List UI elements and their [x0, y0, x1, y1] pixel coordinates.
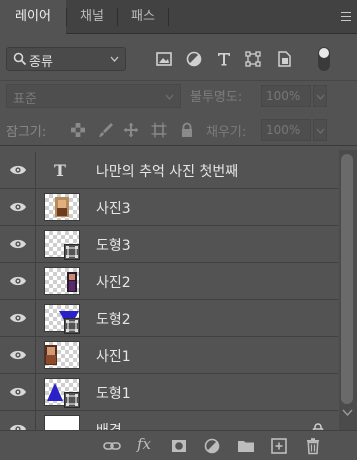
layer-row[interactable]: 배경	[0, 411, 338, 430]
visibility-toggle[interactable]	[0, 189, 36, 225]
lock-artboard-icon[interactable]	[151, 122, 167, 138]
opacity-input[interactable]: 100%	[261, 85, 311, 107]
layer-name: 사진1	[96, 349, 131, 365]
layers-list: T 나만의 추억 사진 첫번째 사진3 도형3 사진2 도형2 사진1 도형1	[0, 150, 338, 430]
lock-row: 잠그기: 채우기: 100%	[0, 114, 357, 146]
layer-name: 배경	[96, 420, 122, 430]
shape-layer-badge-icon	[64, 318, 80, 334]
blend-mode-select[interactable]: 표준	[6, 84, 181, 108]
panel-menu-icon[interactable]	[341, 12, 351, 21]
layer-row[interactable]: 도형2	[0, 300, 338, 337]
filter-adjustment-icon[interactable]	[185, 50, 203, 68]
layer-name: 나만의 추억 사진 첫번째	[96, 164, 239, 180]
filter-smart-object-icon[interactable]	[275, 50, 293, 68]
layer-row[interactable]: 도형1	[0, 374, 338, 411]
add-mask-icon[interactable]	[170, 437, 188, 455]
filter-kind-label: 종류	[29, 55, 53, 70]
filter-type-icon[interactable]	[215, 50, 233, 68]
blend-mode-row: 표준 불투명도: 100%	[0, 82, 357, 112]
chevron-down-icon	[316, 128, 325, 134]
eye-icon	[10, 202, 26, 212]
visibility-toggle[interactable]	[0, 411, 36, 430]
layer-row[interactable]: T 나만의 추억 사진 첫번째	[0, 152, 338, 189]
layer-name: 사진3	[96, 201, 131, 217]
lock-image-pixels-brush-icon[interactable]	[98, 122, 114, 138]
text-layer-icon: T	[54, 161, 66, 180]
filter-shape-icon[interactable]	[244, 50, 262, 68]
layer-name: 도형2	[96, 312, 131, 328]
scroll-down-arrow-icon[interactable]	[342, 409, 353, 416]
panel-tab-bar: 레이어 채널 패스	[0, 0, 357, 35]
layer-filter-row: 종류	[0, 35, 357, 81]
visibility-toggle[interactable]	[0, 374, 36, 410]
chevron-down-icon	[316, 94, 325, 100]
layer-thumbnail	[44, 267, 80, 295]
chevron-down-icon	[165, 94, 174, 100]
lock-all-icon[interactable]	[179, 122, 195, 138]
fill-label: 채우기:	[206, 125, 247, 140]
layer-row[interactable]: 사진2	[0, 263, 338, 300]
filter-toggle-switch[interactable]	[318, 47, 330, 71]
link-layers-icon[interactable]	[103, 437, 121, 455]
eye-icon	[10, 165, 26, 175]
layer-thumbnail	[44, 193, 80, 221]
fill-dropdown[interactable]	[313, 119, 327, 141]
opacity-label: 불투명도:	[190, 90, 243, 105]
new-adjustment-layer-icon[interactable]	[203, 437, 221, 455]
visibility-toggle[interactable]	[0, 226, 36, 262]
layer-name: 도형3	[96, 238, 131, 254]
layer-name: 도형1	[96, 386, 131, 402]
search-icon	[13, 52, 27, 66]
eye-icon	[10, 387, 26, 397]
eye-icon	[10, 350, 26, 360]
layer-row[interactable]: 도형3	[0, 226, 338, 263]
opacity-dropdown[interactable]	[313, 85, 327, 107]
tab-paths[interactable]: 패스	[118, 0, 168, 34]
visibility-toggle[interactable]	[0, 152, 36, 188]
delete-layer-trash-icon[interactable]	[304, 437, 322, 455]
visibility-toggle[interactable]	[0, 263, 36, 299]
lock-transparent-pixels-icon[interactable]	[70, 122, 86, 138]
layer-thumbnail	[44, 341, 80, 369]
layer-style-fx-icon[interactable]: fx	[137, 435, 151, 453]
visibility-toggle[interactable]	[0, 337, 36, 373]
shape-layer-badge-icon	[64, 392, 80, 408]
lock-position-move-icon[interactable]	[123, 122, 139, 138]
layer-name: 사진2	[96, 275, 131, 291]
lock-label: 잠그기:	[6, 125, 47, 140]
layers-bottom-toolbar: fx	[0, 430, 357, 460]
tab-channels[interactable]: 채널	[67, 0, 117, 34]
eye-icon	[10, 239, 26, 249]
scrollbar-thumb[interactable]	[341, 154, 353, 404]
eye-icon	[10, 313, 26, 323]
fill-input[interactable]: 100%	[261, 119, 311, 141]
new-group-folder-icon[interactable]	[237, 437, 255, 455]
layer-thumbnail	[44, 415, 80, 430]
filter-pixel-image-icon[interactable]	[155, 50, 173, 68]
blend-mode-label: 표준	[13, 92, 37, 107]
filter-kind-select[interactable]: 종류	[6, 47, 126, 71]
visibility-toggle[interactable]	[0, 300, 36, 336]
eye-icon	[10, 424, 26, 430]
layer-row[interactable]: 사진1	[0, 337, 338, 374]
layer-row[interactable]: 사진3	[0, 189, 338, 226]
tab-layers[interactable]: 레이어	[0, 0, 66, 35]
eye-icon	[10, 276, 26, 286]
new-layer-icon[interactable]	[270, 437, 288, 455]
chevron-down-icon	[110, 56, 119, 62]
shape-layer-badge-icon	[64, 244, 80, 260]
lock-icon[interactable]	[312, 423, 324, 430]
